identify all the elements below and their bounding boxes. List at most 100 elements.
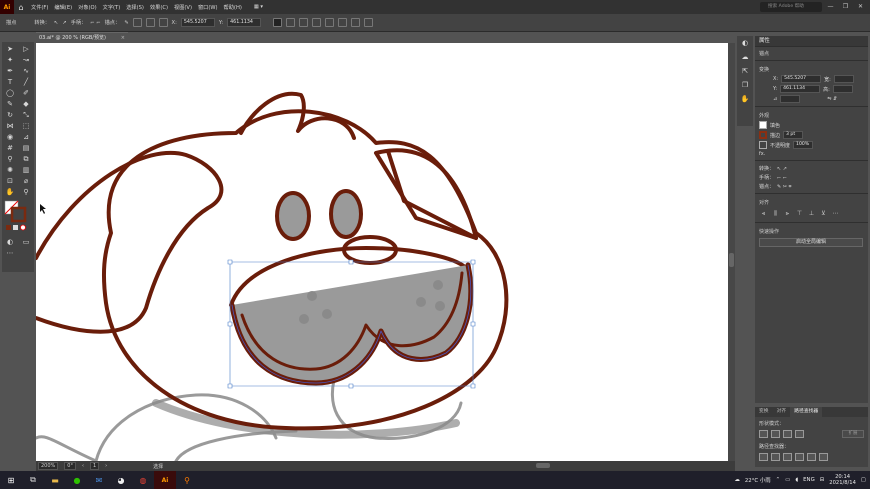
bbox-handle[interactable] <box>470 259 476 265</box>
chrome-icon[interactable]: ◍ <box>132 471 154 489</box>
bbox-handle[interactable] <box>348 259 354 265</box>
align-more-icon[interactable]: ⋯ <box>831 209 840 218</box>
task-view-icon[interactable]: ⧉ <box>22 471 44 489</box>
prop-anchor-icons[interactable]: ✎ ✂ ⌗ <box>777 184 791 190</box>
scale-tool-icon[interactable]: ⤡ <box>20 110 32 120</box>
vertical-scrollbar[interactable] <box>728 43 735 461</box>
width-tool-icon[interactable]: ⋈ <box>4 121 16 131</box>
free-transform-tool-icon[interactable]: ⬚ <box>20 121 32 131</box>
weather-icon[interactable]: ☁ <box>734 477 739 483</box>
prop-w-field[interactable] <box>833 75 854 83</box>
menu-view[interactable]: 视图(V) <box>171 4 195 11</box>
close-tab-icon[interactable]: × <box>121 33 125 43</box>
windows-start-icon[interactable]: ⊞ <box>0 471 22 489</box>
eyedropper-tool-icon[interactable]: ⚲ <box>4 154 16 164</box>
vertical-scroll-thumb[interactable] <box>729 253 734 267</box>
ellipse-tool-icon[interactable]: ◯ <box>4 88 16 98</box>
bbox-handle[interactable] <box>470 321 476 327</box>
align-middle-icon[interactable] <box>338 18 348 27</box>
control-x-field[interactable]: 545.5207 <box>180 18 215 27</box>
pen-tool-icon[interactable]: ✒ <box>4 66 16 76</box>
divide-icon[interactable] <box>759 453 768 461</box>
artboard-tool-icon[interactable]: ⊡ <box>4 176 16 186</box>
restore-icon[interactable]: ❐ <box>838 0 853 14</box>
clock[interactable]: 20:14 2021/8/14 <box>829 474 856 487</box>
prop-handles-icons[interactable]: ⌐ ⌐ <box>777 175 787 181</box>
artboard-next-icon[interactable]: › <box>105 463 107 469</box>
edit-toolbar-icon[interactable]: ⋯ <box>4 248 16 258</box>
isolate-icon[interactable] <box>145 18 155 27</box>
tray-arrow-icon[interactable]: ⌃ <box>776 477 781 483</box>
type-tool-icon[interactable]: T <box>4 77 16 87</box>
anchor-remove-icon[interactable]: ✎ <box>124 20 128 26</box>
minimize-icon[interactable]: — <box>823 0 838 14</box>
tab-transform[interactable]: 变换 <box>755 407 773 417</box>
search-input[interactable]: 搜索 Adobe 帮助 <box>760 2 822 12</box>
shaper-tool-icon[interactable]: ✎ <box>4 99 16 109</box>
trim-icon[interactable] <box>771 453 780 461</box>
mesh-tool-icon[interactable]: # <box>4 143 16 153</box>
exclude-icon[interactable] <box>795 430 804 438</box>
paintbrush-tool-icon[interactable]: ✐ <box>20 88 32 98</box>
close-icon[interactable]: ✕ <box>853 0 868 14</box>
bbox-handle[interactable] <box>227 259 233 265</box>
shape-builder-tool-icon[interactable]: ◉ <box>4 132 16 142</box>
intersect-icon[interactable] <box>783 430 792 438</box>
rotation-field[interactable]: 0° <box>64 462 76 470</box>
dog-artwork[interactable] <box>36 43 728 461</box>
zoom-tool-icon[interactable]: ⚲ <box>20 187 32 197</box>
cc-libraries-icon[interactable]: ☁ <box>737 50 753 64</box>
bbox-handle[interactable] <box>227 321 233 327</box>
tab-align[interactable]: 对齐 <box>773 407 791 417</box>
input-method-icon[interactable]: ⊟ <box>820 477 825 483</box>
menu-file[interactable]: 文件(F) <box>28 4 51 11</box>
prop-h-field[interactable] <box>832 85 853 93</box>
handles-icon[interactable]: ⌐ ⌐ <box>90 20 100 26</box>
home-icon[interactable]: ⌂ <box>14 0 28 14</box>
crop-icon[interactable] <box>795 453 804 461</box>
prop-x-field[interactable]: 545.5207 <box>781 75 822 83</box>
prop-convert-icons[interactable]: ↖ ↗ <box>777 166 787 172</box>
unite-icon[interactable] <box>759 430 768 438</box>
tab-pathfinder[interactable]: 路径查找器 <box>790 407 823 417</box>
notification-icon[interactable]: ▢ <box>861 477 866 483</box>
artboard-canvas[interactable] <box>36 43 728 461</box>
menu-select[interactable]: 选择(S) <box>123 4 147 11</box>
layers-icon[interactable]: ❐ <box>737 78 753 92</box>
weather-label[interactable]: 22°C 小雨 <box>745 476 771 484</box>
network-icon[interactable]: ▭ <box>785 477 790 483</box>
fx-button[interactable]: fx. <box>759 151 765 157</box>
align-center-icon[interactable] <box>299 18 309 27</box>
align-v-center-icon[interactable]: ⊥ <box>807 209 816 218</box>
menu-object[interactable]: 对象(O) <box>75 4 100 11</box>
lasso-tool-icon[interactable]: ↝ <box>20 55 32 65</box>
cut-path-icon[interactable] <box>132 18 142 27</box>
workspace-switcher-icon[interactable]: ▦ ▾ <box>251 4 266 10</box>
global-edit-button[interactable]: 启动全局编辑 <box>759 238 863 247</box>
menu-type[interactable]: 文字(T) <box>100 4 124 11</box>
menu-edit[interactable]: 编辑(E) <box>51 4 75 11</box>
menu-window[interactable]: 窗口(W) <box>195 4 221 11</box>
curvature-tool-icon[interactable]: ∿ <box>20 66 32 76</box>
draw-mode-icon[interactable]: ◐ <box>4 237 16 247</box>
line-tool-icon[interactable]: ╱ <box>20 77 32 87</box>
align-bottom-icon[interactable] <box>351 18 361 27</box>
align-left-edge-icon[interactable]: ⫷ <box>759 209 768 218</box>
rotate-angle-icon[interactable]: ⊿ <box>773 96 777 102</box>
bbox-handle[interactable] <box>470 383 476 389</box>
horizontal-scroll-thumb[interactable] <box>536 463 550 468</box>
convert-smooth-icon[interactable]: ↗ <box>62 20 66 26</box>
minus-front-icon[interactable] <box>771 430 780 438</box>
opacity-swatch[interactable] <box>759 141 767 149</box>
align-top-icon[interactable] <box>325 18 335 27</box>
mail-icon[interactable]: ✉ <box>88 471 110 489</box>
link-icon[interactable] <box>273 18 283 27</box>
convert-corner-icon[interactable]: ↖ <box>54 20 58 26</box>
artboard-number-field[interactable]: 1 <box>89 462 100 470</box>
wechat-icon[interactable]: ● <box>66 471 88 489</box>
align-h-center-icon[interactable]: ⫼ <box>771 209 780 218</box>
flip-icon[interactable]: ⇋ ⇵ <box>827 96 837 102</box>
minus-back-icon[interactable] <box>819 453 828 461</box>
rotate-field[interactable] <box>780 95 801 103</box>
magic-wand-tool-icon[interactable]: ✦ <box>4 55 16 65</box>
